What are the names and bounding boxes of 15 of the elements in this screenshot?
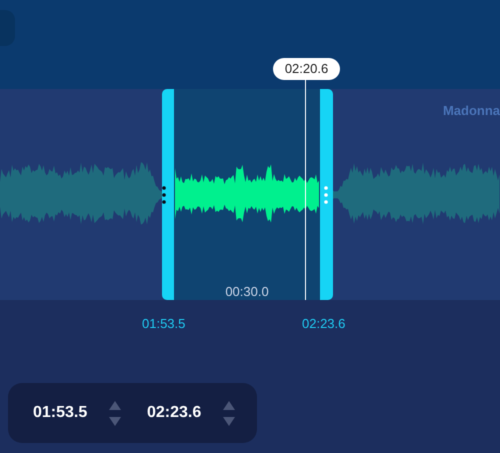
time-input[interactable]: 01:53.5 [33, 401, 99, 425]
increment-button[interactable] [109, 400, 121, 410]
end-handle[interactable] [320, 89, 333, 300]
decrement-button[interactable] [109, 416, 121, 426]
time-input[interactable]: 02:23.6 [147, 401, 213, 425]
start-handle[interactable] [162, 89, 174, 300]
start-time-label: 01:53.5 [142, 315, 186, 333]
duration-label: 00:30.0 [224, 283, 270, 301]
artist-label: Madonna [442, 102, 500, 120]
playhead-tooltip: 02:20.6 [273, 58, 340, 80]
grip-icon [324, 186, 328, 204]
decrement-button[interactable] [223, 416, 235, 426]
end-time-label: 02:23.6 [302, 315, 346, 333]
grip-icon [162, 186, 166, 204]
increment-button[interactable] [223, 400, 235, 410]
